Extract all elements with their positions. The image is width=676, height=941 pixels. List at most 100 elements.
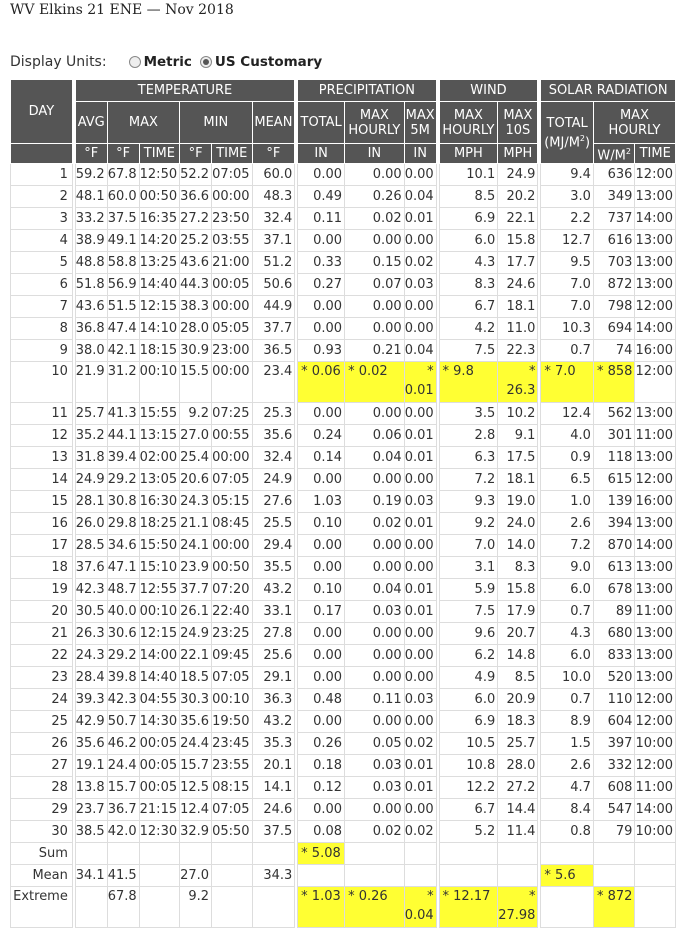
precip-max-5m: 0.00 (403, 710, 437, 734)
precip-max-hourly: 0.21 (344, 339, 405, 363)
solar-total: 10.3 (540, 317, 594, 341)
min-temp-time: 08:45 (211, 512, 253, 536)
solar-total: 9.5 (540, 251, 594, 275)
us-customary-label[interactable]: US Customary (215, 54, 322, 70)
min-temp-time: 05:15 (211, 490, 253, 514)
min-temp-time: 23:00 (211, 339, 253, 363)
min-temp-time: 03:55 (211, 229, 253, 253)
precip-max-hourly: 0.26 (344, 185, 405, 209)
sum-precip-total: * 5.08 (297, 842, 346, 866)
solar-max-hourly-time: 13:00 (634, 556, 676, 580)
us-customary-radio[interactable] (199, 56, 212, 68)
precip-total: 0.93 (297, 339, 346, 363)
us-customary-option[interactable]: US Customary (199, 54, 322, 70)
wind-max-hourly: 9.3 (438, 490, 499, 514)
sum-precip-max-5m (403, 842, 437, 866)
precip-max-5m: 0.01 (403, 578, 437, 602)
solar-max-hourly-time: 12:00 (634, 295, 676, 319)
mean-solar-max-hourly (592, 864, 636, 888)
wind-max-10s: 28.0 (497, 754, 539, 778)
precip-total: 0.00 (297, 402, 346, 426)
max-temp: 29.8 (106, 512, 140, 536)
metric-radio[interactable] (128, 56, 141, 68)
min-temp-time: 19:50 (211, 710, 253, 734)
extreme-precip-max-5m: * 0.04 (403, 886, 437, 929)
avg-temp: 30.5 (74, 600, 108, 624)
solar-max-hourly-time: 13:00 (634, 402, 676, 426)
day: 3 (10, 207, 73, 231)
metric-label[interactable]: Metric (144, 54, 192, 70)
solar-max-hourly: 349 (592, 185, 636, 209)
solar-max-hourly: 694 (592, 317, 636, 341)
precip-max-5m: 0.00 (403, 163, 437, 187)
solar-max-hourly: 79 (592, 820, 636, 844)
precip-max-hourly: 0.06 (344, 424, 405, 448)
precip-max-hourly: 0.04 (344, 578, 405, 602)
wind-max-hourly: 6.9 (438, 710, 499, 734)
min-temp-time: 07:05 (211, 666, 253, 690)
wind-max-10s: 15.8 (497, 229, 539, 253)
solar-total: 4.7 (540, 776, 594, 800)
wind-max-10s: 24.6 (497, 273, 539, 297)
max-temp-time: 12:15 (138, 295, 181, 319)
day: 12 (10, 424, 73, 448)
wind-max-10s: 25.7 (497, 732, 539, 756)
solar-header: SOLAR RADIATION (540, 79, 676, 102)
precip-max-hourly: 0.00 (344, 402, 405, 426)
wind-max-10s: 27.2 (497, 776, 539, 800)
mean-avg: 34.1 (74, 864, 108, 888)
mean-temp: 44.9 (251, 295, 296, 319)
solar-total: 12.7 (540, 229, 594, 253)
max-temp-time: 04:55 (138, 688, 181, 712)
solar-max-hourly: 737 (592, 207, 636, 231)
table-row: 19 42.3 48.7 12:55 37.7 07:20 43.2 0.10 0.04 0.01… (10, 578, 676, 602)
min-temp-time: 05:50 (211, 820, 253, 844)
sum-max (106, 842, 140, 866)
max-temp: 41.3 (106, 402, 140, 426)
day: 1 (10, 163, 73, 187)
avg-temp: 38.5 (74, 820, 108, 844)
solar-total: 0.7 (540, 600, 594, 624)
min-temp-time: 23:45 (211, 732, 253, 756)
solar-total: 9.0 (540, 556, 594, 580)
min-temp-time: 23:55 (211, 754, 253, 778)
unit-header: °F (251, 142, 296, 165)
solar-max-hourly-time: 14:00 (634, 534, 676, 558)
solar-max-hourly: 636 (592, 163, 636, 187)
solar-max-hourly-time: 12:00 (634, 688, 676, 712)
avg-temp: 35.6 (74, 732, 108, 756)
min-temp-time: 00:05 (211, 273, 253, 297)
wind-max-10s: 14.4 (497, 798, 539, 822)
precip-max-hourly: 0.00 (344, 295, 405, 319)
avg-temp: 24.3 (74, 644, 108, 668)
mean-solar-max-hourly-time (634, 864, 676, 888)
min-temp-time: 07:05 (211, 468, 253, 492)
solar-max-hourly-time: 11:00 (634, 776, 676, 800)
max-temp: 42.0 (106, 820, 140, 844)
sum-avg (74, 842, 108, 866)
max-temp: 30.8 (106, 490, 140, 514)
mean-precip-max-5m (403, 864, 437, 888)
precip-total: 0.00 (297, 229, 346, 253)
wind-max-hourly: 9.6 (438, 622, 499, 646)
max-temp-time: 14:20 (138, 229, 181, 253)
unit-header: TIME (211, 142, 253, 165)
avg-temp: 19.1 (74, 754, 108, 778)
mean-temp: 37.5 (251, 820, 296, 844)
precip-total: 0.00 (297, 644, 346, 668)
solar-total-header: TOTAL (MJ/M2) (540, 100, 594, 165)
wind-max-hourly: 5.9 (438, 578, 499, 602)
table-row: 12 35.2 44.1 13:15 27.0 00:55 35.6 0.24 0.06 0.01… (10, 424, 676, 448)
solar-total: 0.7 (540, 688, 594, 712)
solar-max-hourly-time: 13:00 (634, 446, 676, 470)
min-temp-time: 00:00 (211, 361, 253, 404)
precip-max-hourly: 0.02 (344, 820, 405, 844)
wind-max-10s-header: MAX 10S (497, 101, 539, 144)
max-temp: 29.2 (106, 644, 140, 668)
display-units: Display Units: Metric US Customary (10, 54, 330, 70)
extreme-wind-max-10s: * 27.98 (497, 886, 539, 929)
wind-max-hourly: 2.8 (438, 424, 499, 448)
mean-wind-max-10s (497, 864, 539, 888)
metric-option[interactable]: Metric (128, 54, 192, 70)
solar-total: 8.9 (540, 710, 594, 734)
